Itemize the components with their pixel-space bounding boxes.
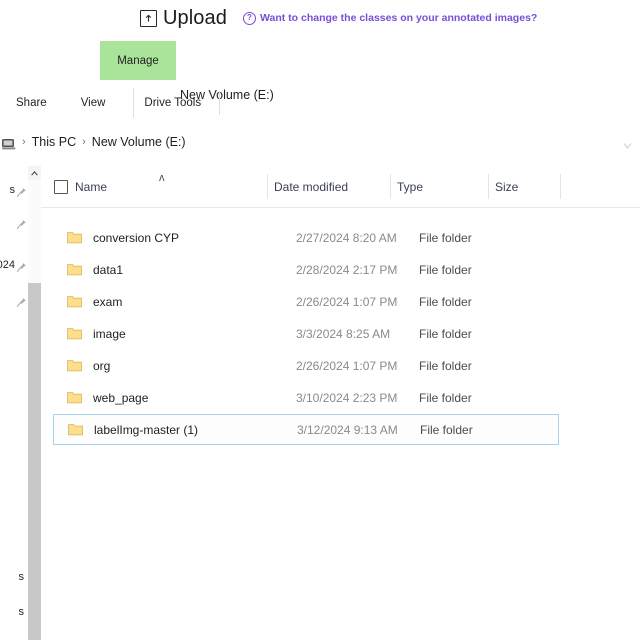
table-row[interactable]: web_page 3/10/2024 2:23 PM File folder xyxy=(53,382,559,413)
pin-icon xyxy=(16,217,27,229)
scrollbar-thumb[interactable] xyxy=(28,180,41,283)
question-circle-icon: ? xyxy=(242,11,256,25)
upload-banner: Upload ? Want to change the classes on y… xyxy=(0,0,640,37)
table-row[interactable]: labelImg-master (1) 3/12/2024 9:13 AM File… xyxy=(53,414,559,445)
file-name-cell: labelImg-master (1) xyxy=(94,422,199,437)
file-date-cell: 2/28/2024 2:17 PM xyxy=(296,262,398,277)
file-list-pane: Name ʌ Date modified Type Size conversio… xyxy=(41,166,640,640)
ribbon-divider xyxy=(219,91,221,115)
file-type-cell: File folder xyxy=(419,294,472,309)
breadcrumb-this-pc[interactable]: This PC xyxy=(32,135,76,149)
change-classes-hint[interactable]: ? Want to change the classes on your ann… xyxy=(242,11,538,25)
column-divider-2[interactable] xyxy=(390,174,391,199)
column-header-size-label: Size xyxy=(495,179,519,194)
folder-icon xyxy=(67,231,82,244)
folder-icon xyxy=(67,327,82,340)
folder-icon xyxy=(67,359,82,372)
nav-item-clipped-3[interactable]: 024 xyxy=(0,255,28,275)
file-name-cell: image xyxy=(93,326,126,341)
chevron-down-icon[interactable] xyxy=(623,138,632,149)
file-date-cell: 3/3/2024 8:25 AM xyxy=(296,326,391,341)
this-pc-icon xyxy=(2,137,16,149)
tab-share[interactable]: Share xyxy=(10,88,53,118)
tab-share-label: Share xyxy=(16,97,47,109)
column-header-name-label: Name xyxy=(75,179,108,194)
column-divider-1[interactable] xyxy=(267,174,268,199)
table-row[interactable]: exam 2/26/2024 1:07 PM File folder xyxy=(53,286,559,317)
breadcrumb-separator-1: › xyxy=(22,136,26,148)
column-divider-3[interactable] xyxy=(488,174,489,199)
file-date-cell: 3/10/2024 2:23 PM xyxy=(296,390,398,405)
file-date-cell: 2/26/2024 1:07 PM xyxy=(296,358,398,373)
column-header-name[interactable]: Name xyxy=(54,166,107,207)
nav-item-clipped-5[interactable]: s xyxy=(0,571,25,583)
file-explorer-window: Upload ? Want to change the classes on y… xyxy=(0,0,640,640)
breadcrumb-new-volume[interactable]: New Volume (E:) xyxy=(92,135,186,149)
tab-view[interactable]: View xyxy=(75,88,112,118)
column-header-type-label: Type xyxy=(397,179,424,194)
file-date-cell: 2/27/2024 8:20 AM xyxy=(296,230,397,245)
file-type-cell: File folder xyxy=(419,326,472,341)
table-row[interactable]: conversion CYP 2/27/2024 8:20 AM File fold… xyxy=(53,222,559,253)
file-type-cell: File folder xyxy=(420,422,473,437)
upload-icon xyxy=(140,9,157,27)
table-row[interactable]: org 2/26/2024 1:07 PM File folder xyxy=(53,350,559,381)
nav-item-label-1: s xyxy=(9,184,16,196)
nav-item-clipped-1[interactable]: s xyxy=(0,180,28,200)
folder-icon xyxy=(67,391,82,404)
sort-ascending-icon: ʌ xyxy=(159,172,165,184)
file-date-cell: 3/12/2024 9:13 AM xyxy=(297,422,398,437)
navigation-scrollbar[interactable] xyxy=(28,166,41,640)
tab-view-label: View xyxy=(80,97,106,109)
folder-icon xyxy=(67,295,82,308)
file-name-cell: org xyxy=(93,358,111,373)
scrollbar-track-bottom[interactable] xyxy=(28,622,41,640)
column-header-size[interactable]: Size xyxy=(495,166,518,207)
file-name-cell: data1 xyxy=(93,262,124,277)
column-divider-4[interactable] xyxy=(560,174,561,199)
breadcrumb-separator-2: › xyxy=(82,136,86,148)
table-row[interactable]: data1 2/28/2024 2:17 PM File folder xyxy=(53,254,559,285)
file-type-cell: File folder xyxy=(419,390,472,405)
pin-icon xyxy=(16,185,27,197)
table-row[interactable]: image 3/3/2024 8:25 AM File folder xyxy=(53,318,559,349)
column-header-date-modified[interactable]: Date modified xyxy=(274,166,348,207)
nav-item-label-3: 024 xyxy=(0,259,15,271)
folder-icon xyxy=(67,263,82,276)
file-type-cell: File folder xyxy=(419,262,472,277)
column-header-row: Name ʌ Date modified Type Size xyxy=(41,166,640,208)
file-name-cell: exam xyxy=(93,294,123,309)
pin-icon xyxy=(16,260,27,272)
file-date-cell: 2/26/2024 1:07 PM xyxy=(296,294,398,309)
upload-banner-content: Upload ? Want to change the classes on y… xyxy=(140,8,537,28)
tab-drive-tools-label: Drive Tools xyxy=(144,97,202,109)
caret-up-icon[interactable] xyxy=(28,166,41,180)
nav-item-clipped-4[interactable] xyxy=(0,290,28,310)
navigation-pane[interactable]: s 024 xyxy=(0,166,28,640)
column-header-type[interactable]: Type xyxy=(397,166,423,207)
column-header-date-modified-label: Date modified xyxy=(274,179,349,194)
ribbon-tab-row: Share View Drive Tools xyxy=(0,88,640,118)
ribbon: Manage New Volume (E:) Share View Drive … xyxy=(0,36,640,119)
pin-icon xyxy=(16,295,27,307)
change-classes-hint-label: Want to change the classes on your annot… xyxy=(259,12,538,24)
tab-drive-tools[interactable]: Drive Tools xyxy=(133,88,211,118)
folder-icon xyxy=(68,423,83,436)
file-name-cell: web_page xyxy=(93,390,149,405)
file-type-cell: File folder xyxy=(419,230,472,245)
nav-item-clipped-6[interactable]: s xyxy=(0,606,25,618)
address-bar[interactable]: › This PC › New Volume (E:) xyxy=(0,118,640,167)
select-all-checkbox[interactable] xyxy=(54,179,68,194)
tab-manage[interactable]: Manage xyxy=(100,41,176,80)
file-type-cell: File folder xyxy=(419,358,472,373)
file-name-cell: conversion CYP xyxy=(93,230,180,245)
tab-manage-label: Manage xyxy=(117,54,159,67)
nav-item-clipped-2[interactable] xyxy=(0,212,28,232)
upload-title: Upload xyxy=(163,7,227,29)
